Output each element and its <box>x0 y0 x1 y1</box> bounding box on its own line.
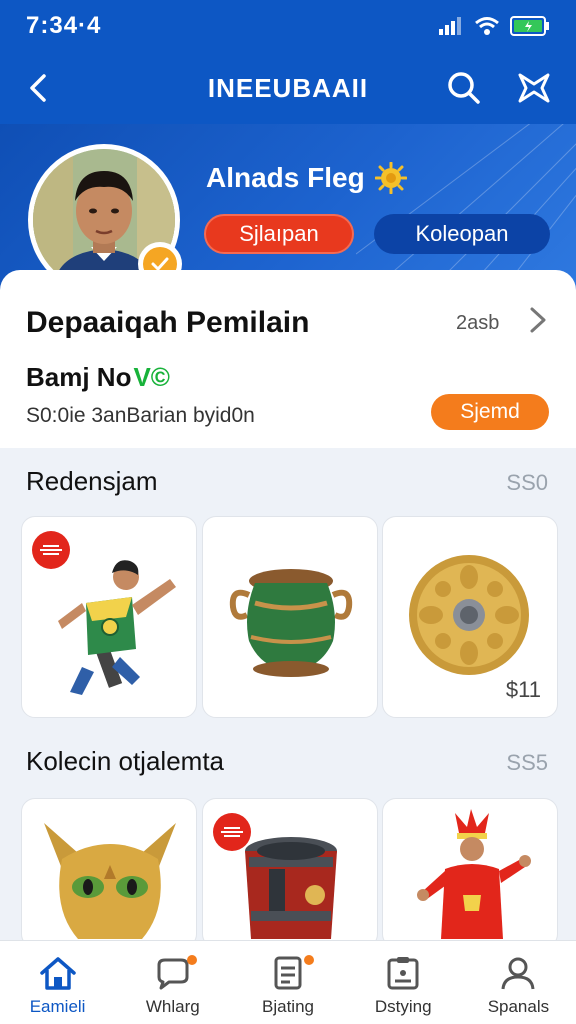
section-price: SS0 <box>506 470 548 495</box>
nav-item-wallet[interactable]: Dstying <box>346 941 461 1024</box>
section-title: Redensjam <box>26 466 158 496</box>
bottom-navigation: Eamieli Whlarg Bjating Dstying Spanals <box>0 940 576 1024</box>
nav-label: Bjating <box>262 997 314 1016</box>
item-card-disc[interactable]: $11 <box>382 516 558 718</box>
nav-item-chat[interactable]: Whlarg <box>115 941 230 1024</box>
home-icon <box>39 957 76 990</box>
item-card-dancer[interactable] <box>382 798 558 948</box>
primary-action-button[interactable]: Sjlaıpan <box>204 214 354 254</box>
item-card-drum[interactable] <box>202 798 378 948</box>
subtitle-badge: V© <box>133 362 170 392</box>
nav-item-document[interactable]: Bjating <box>230 941 345 1024</box>
profile-name: Alnads Fleg <box>206 162 407 194</box>
item-count: 2asb <box>456 312 500 334</box>
status-time: 7:34·4 <box>26 12 102 39</box>
page-title: INEEUBAAII <box>207 72 369 103</box>
battery-icon <box>510 16 549 36</box>
sale-tag-icon <box>213 813 251 851</box>
section-price: SS5 <box>506 750 548 775</box>
nav-label: Eamieli <box>29 997 86 1016</box>
app-bar: INEEUBAAII <box>0 52 576 124</box>
card-description: S0:0ie 3anBarian byid0n <box>26 404 255 427</box>
profile-name-text: Alnads Fleg <box>206 162 365 193</box>
card-title: Depaaiqah Pemilain <box>26 306 310 339</box>
signal-icon <box>439 17 461 35</box>
wifi-icon <box>475 17 499 35</box>
section-title: Kolecin otjalemta <box>26 746 224 776</box>
notification-dot <box>304 955 315 965</box>
search-button[interactable] <box>444 68 484 108</box>
profile-icon <box>501 957 535 990</box>
back-button[interactable] <box>20 70 56 106</box>
chevron-right-icon[interactable] <box>526 306 550 334</box>
wallet-icon <box>387 957 419 990</box>
item-card-mask[interactable] <box>21 798 197 948</box>
system-indicators <box>438 15 550 37</box>
nav-label: Spanals <box>487 997 550 1016</box>
secondary-action-button[interactable]: Koleopan <box>374 214 550 254</box>
decorative-rays <box>356 124 576 294</box>
sale-tag-icon <box>32 531 70 569</box>
green-vase-image <box>229 569 353 677</box>
search-icon <box>448 72 480 104</box>
collection-summary-card: Depaaiqah Pemilain 2asb Bamj No V© S0:0i… <box>0 270 576 448</box>
gold-star-icon <box>374 162 407 194</box>
notification-dot <box>187 955 198 965</box>
nav-label: Whlarg <box>145 997 200 1016</box>
nav-item-home[interactable]: Eamieli <box>0 941 115 1024</box>
document-icon <box>274 956 302 990</box>
nav-label: Dstying <box>374 997 432 1016</box>
card-subtitle: Bamj No V© <box>26 362 170 393</box>
share-button[interactable] <box>514 68 554 108</box>
item-card-warrior[interactable] <box>21 516 197 718</box>
golden-mask-image <box>44 823 176 939</box>
chevron-left-icon <box>30 74 46 102</box>
status-bar: 7:34·4 <box>0 0 576 52</box>
item-card-vase[interactable] <box>202 516 378 718</box>
nav-item-profile[interactable]: Spanals <box>461 941 576 1024</box>
send-button[interactable]: Sjemd <box>431 394 549 430</box>
red-dancer-image <box>417 809 531 939</box>
share-icon <box>518 73 550 103</box>
item-price: $11 <box>505 677 541 702</box>
subtitle-text: Bamj No <box>26 362 132 392</box>
